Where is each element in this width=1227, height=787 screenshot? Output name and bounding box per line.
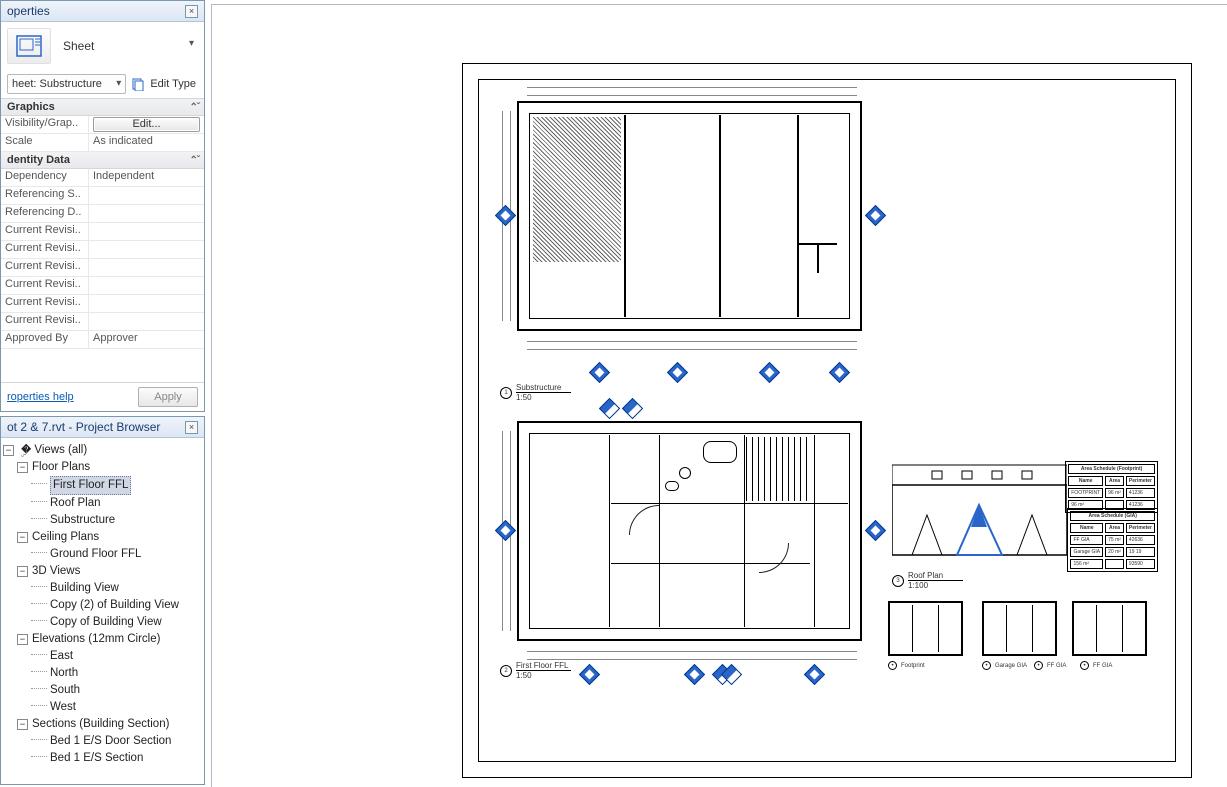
project-browser-panel: ot 2 & 7.rvt - Project Browser × −�ۣView…	[0, 416, 205, 785]
prop-value[interactable]	[89, 277, 204, 294]
prop-value[interactable]	[89, 295, 204, 312]
prop-value[interactable]	[89, 259, 204, 276]
properties-title: operties	[7, 4, 50, 18]
tree-item[interactable]: Ground Floor FFL	[3, 546, 202, 563]
properties-help-link[interactable]: roperties help	[7, 391, 74, 403]
tree-item[interactable]: Building View	[3, 580, 202, 597]
prop-value[interactable]: Approver	[89, 331, 204, 348]
expand-icon[interactable]: −	[17, 634, 28, 645]
prop-value[interactable]	[89, 241, 204, 258]
prop-row[interactable]: Visibility/Grap.. Edit...	[1, 116, 204, 134]
table-row: FF GIA75 m²42636	[1070, 535, 1155, 545]
prop-row[interactable]: Approved ByApprover	[1, 331, 204, 349]
tree-item[interactable]: −3D Views	[3, 563, 202, 580]
prop-value[interactable]	[89, 223, 204, 240]
prop-row[interactable]: Current Revisi..	[1, 223, 204, 241]
tree-item[interactable]: North	[3, 665, 202, 682]
close-icon[interactable]: ×	[185, 421, 198, 434]
tree-item[interactable]: −Ceiling Plans	[3, 529, 202, 546]
view-title-roof: 3 Roof Plan 1:100	[892, 571, 963, 590]
sheet-type-icon	[7, 28, 51, 64]
prop-row[interactable]: Referencing D..	[1, 205, 204, 223]
view-roof-plan[interactable]	[892, 455, 1067, 565]
tree-item[interactable]: East	[3, 648, 202, 665]
prop-row[interactable]: Current Revisi..	[1, 277, 204, 295]
edit-type-button[interactable]: Edit Type	[130, 74, 198, 94]
properties-panel-header[interactable]: operties ×	[1, 1, 204, 22]
edit-type-icon	[132, 77, 146, 91]
prop-value[interactable]: As indicated	[89, 134, 204, 151]
visibility-edit-button[interactable]: Edit...	[93, 117, 200, 132]
tree-item[interactable]: Copy (2) of Building View	[3, 597, 202, 614]
table-row: 156 m²93590	[1070, 559, 1155, 569]
tree-item[interactable]: Bed 1 E/S Section	[3, 750, 202, 767]
tree-root[interactable]: −�ۣViews (all)	[3, 442, 202, 459]
view-substructure-plan[interactable]	[517, 101, 862, 331]
mini-plan-ff-gia-1[interactable]	[1072, 601, 1147, 656]
properties-panel: operties × Sheet heet: Substructure Edit	[0, 0, 205, 412]
property-grid: Graphics ⌃ ˇ Visibility/Grap.. Edit... S…	[1, 98, 204, 382]
prop-row[interactable]: Referencing S..	[1, 187, 204, 205]
sheet-view[interactable]: 1 Substructure 1:50	[462, 63, 1192, 778]
expand-icon[interactable]: ⌃ ˇ	[190, 155, 199, 166]
prop-row[interactable]: Current Revisi..	[1, 259, 204, 277]
type-selector[interactable]: Sheet	[59, 35, 198, 57]
mini-plan-garage[interactable]	[982, 601, 1057, 656]
tree-item[interactable]: Roof Plan	[3, 495, 202, 512]
tree-item[interactable]: Substructure	[3, 512, 202, 529]
tree-item[interactable]: −Sections (Building Section)	[3, 716, 202, 733]
view-title-first-floor: 2 First Floor FFL 1:50	[500, 661, 571, 680]
prop-value[interactable]: Independent	[89, 169, 204, 186]
schedule-gia[interactable]: Area Schedule (GIA) NameAreaPerimeter FF…	[1067, 508, 1158, 572]
tree-item[interactable]: South	[3, 682, 202, 699]
prop-value[interactable]	[89, 187, 204, 204]
prop-row[interactable]: Current Revisi..	[1, 313, 204, 331]
expand-icon[interactable]: ⌃ ˇ	[190, 102, 199, 113]
schedule-footprint[interactable]: Area Schedule (Footprint) NameAreaPerime…	[1065, 461, 1158, 513]
tree-item[interactable]: First Floor FFL	[3, 476, 202, 495]
tree-item[interactable]: −Floor Plans	[3, 459, 202, 476]
prop-value[interactable]	[89, 205, 204, 222]
tree-item[interactable]: −Elevations (12mm Circle)	[3, 631, 202, 648]
expand-icon[interactable]: −	[17, 532, 28, 543]
project-tree[interactable]: −�ۣViews (all)−Floor PlansFirst Floor FF…	[1, 438, 204, 771]
prop-value[interactable]	[89, 313, 204, 330]
view-first-floor-plan[interactable]	[517, 421, 862, 641]
group-graphics[interactable]: Graphics ⌃ ˇ	[1, 99, 204, 116]
expand-icon[interactable]: −	[17, 462, 28, 473]
expand-icon[interactable]: −	[17, 566, 28, 577]
prop-row[interactable]: Current Revisi..	[1, 295, 204, 313]
bathroom-fixtures	[661, 437, 741, 501]
drawing-canvas[interactable]: 1 Substructure 1:50	[207, 0, 1227, 787]
prop-row[interactable]: Scale As indicated	[1, 134, 204, 152]
group-identity[interactable]: dentity Data ⌃ ˇ	[1, 152, 204, 169]
tree-item[interactable]: Bed 1 E/S Door Section	[3, 733, 202, 750]
prop-row[interactable]: DependencyIndependent	[1, 169, 204, 187]
mini-plan-footprint[interactable]	[888, 601, 963, 656]
instance-type-selector[interactable]: heet: Substructure	[7, 74, 126, 94]
table-row: FOOTPRINT96 m²41236	[1068, 488, 1155, 498]
browser-panel-header[interactable]: ot 2 & 7.rvt - Project Browser ×	[1, 417, 204, 438]
tree-item[interactable]: West	[3, 699, 202, 716]
tree-item[interactable]: Copy of Building View	[3, 614, 202, 631]
view-title-substructure: 1 Substructure 1:50	[500, 383, 571, 402]
browser-title: ot 2 & 7.rvt - Project Browser	[7, 420, 160, 434]
expand-icon[interactable]: −	[17, 719, 28, 730]
table-row: Garage GIA20 m²19 19	[1070, 547, 1155, 557]
prop-row[interactable]: Current Revisi..	[1, 241, 204, 259]
close-icon[interactable]: ×	[185, 5, 198, 18]
apply-button[interactable]: Apply	[138, 387, 198, 407]
